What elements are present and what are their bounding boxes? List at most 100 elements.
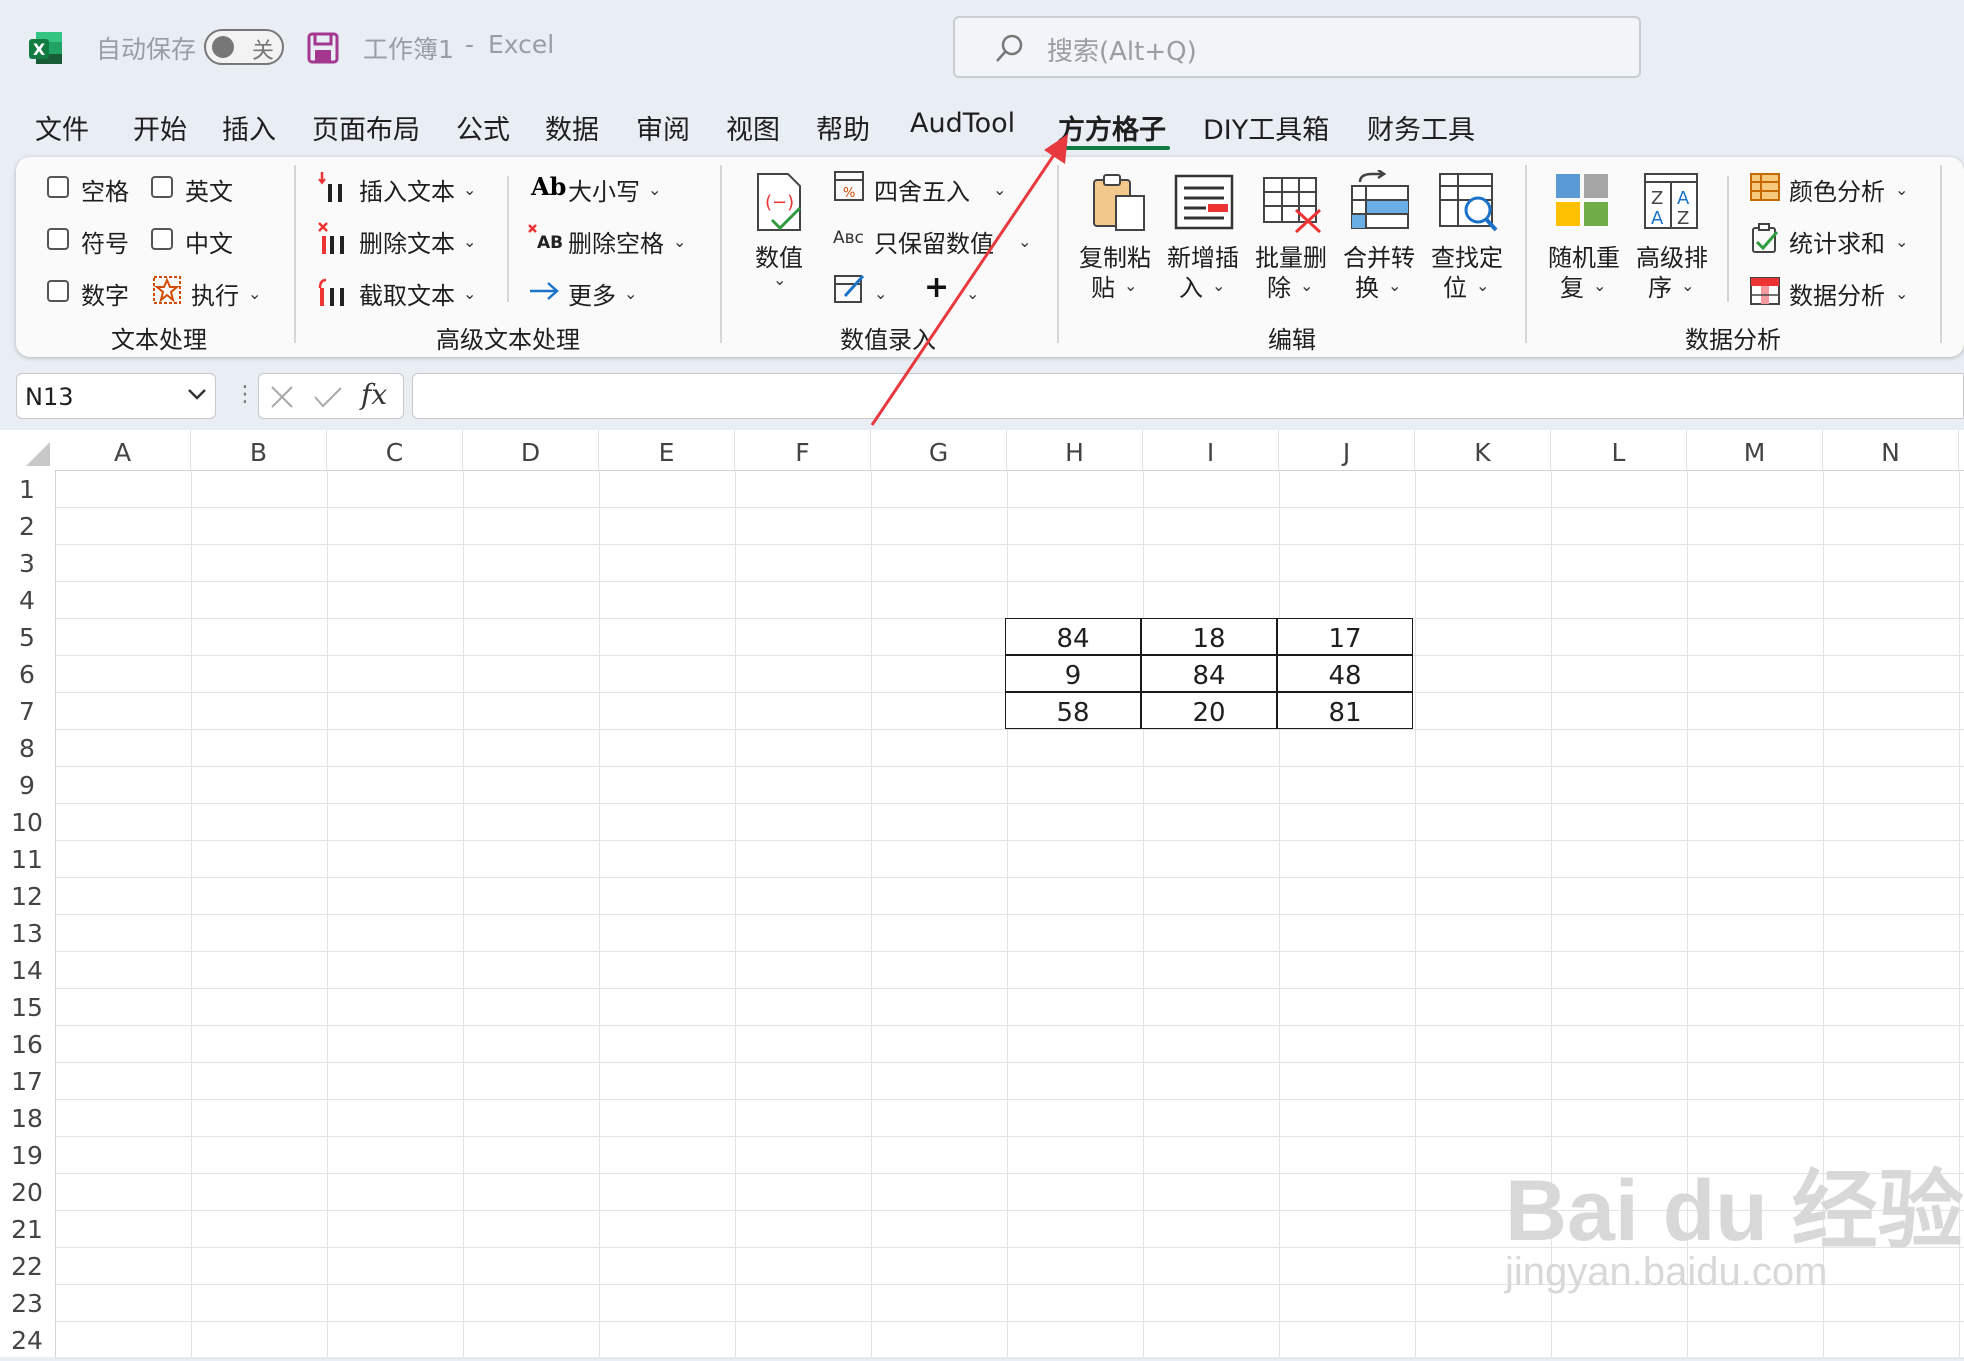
row-header-15[interactable]: 15	[0, 988, 54, 1025]
row-header-13[interactable]: 13	[0, 914, 54, 951]
chevron-down-icon[interactable]: ⌄	[463, 180, 476, 199]
chevron-down-icon[interactable]: ⌄	[1476, 276, 1489, 295]
tab-formulas[interactable]: 公式	[456, 108, 510, 147]
row-header-23[interactable]: 23	[0, 1284, 54, 1321]
row-header-22[interactable]: 22	[0, 1247, 54, 1284]
tab-file[interactable]: 文件	[35, 108, 89, 147]
column-header-k[interactable]: K	[1415, 430, 1551, 470]
row-header-5[interactable]: 5	[0, 618, 54, 655]
column-header-g[interactable]: G	[871, 430, 1007, 470]
row-header-9[interactable]: 9	[0, 766, 54, 803]
name-box[interactable]: N13	[16, 373, 216, 419]
insert-text-button[interactable]: 插入文本	[359, 172, 455, 207]
new-insert-button[interactable]: 新增插	[1167, 238, 1239, 273]
column-header-m[interactable]: M	[1687, 430, 1823, 470]
row-header-14[interactable]: 14	[0, 951, 54, 988]
chevron-down-icon[interactable]: ⌄	[248, 284, 261, 303]
table-cell[interactable]: 48	[1277, 655, 1413, 692]
chevron-down-icon[interactable]: ⌄	[624, 284, 637, 303]
excel-logo-icon[interactable]: X	[28, 30, 64, 66]
formula-input[interactable]	[412, 373, 1964, 419]
column-header-n[interactable]: N	[1823, 430, 1959, 470]
chevron-down-icon[interactable]: ⌄	[1388, 276, 1401, 295]
data-analysis-button[interactable]: 数据分析	[1789, 276, 1885, 311]
copy-paste-button[interactable]: 复制粘	[1079, 238, 1151, 273]
chevron-down-icon[interactable]: ⌄	[1124, 276, 1137, 295]
chevron-down-icon[interactable]: ⌄	[1681, 276, 1694, 295]
column-header-h[interactable]: H	[1007, 430, 1143, 470]
row-header-8[interactable]: 8	[0, 729, 54, 766]
chevron-down-icon[interactable]: ⌄	[773, 270, 786, 289]
row-header-10[interactable]: 10	[0, 803, 54, 840]
row-header-6[interactable]: 6	[0, 655, 54, 692]
merge-convert-button[interactable]: 合并转	[1343, 238, 1415, 273]
row-header-18[interactable]: 18	[0, 1099, 54, 1136]
row-header-11[interactable]: 11	[0, 840, 54, 877]
chevron-down-icon[interactable]: ⌄	[1895, 232, 1908, 251]
tab-view[interactable]: 视图	[726, 108, 780, 147]
row-header-12[interactable]: 12	[0, 877, 54, 914]
row-header-1[interactable]: 1	[0, 470, 54, 507]
chevron-down-icon[interactable]: ⌄	[1593, 276, 1606, 295]
row-header-19[interactable]: 19	[0, 1136, 54, 1173]
delete-space-button[interactable]: 删除空格	[568, 224, 664, 259]
checkbox-number[interactable]	[47, 280, 69, 302]
case-button[interactable]: 大小写	[568, 172, 640, 207]
column-header-j[interactable]: J	[1279, 430, 1415, 470]
chevron-down-icon[interactable]: ⌄	[1300, 276, 1313, 295]
more-button[interactable]: 更多	[568, 276, 616, 311]
tab-page-layout[interactable]: 页面布局	[312, 108, 420, 147]
search-box[interactable]: 搜索(Alt+Q)	[953, 16, 1641, 78]
row-header-7[interactable]: 7	[0, 692, 54, 729]
checkbox-english[interactable]	[151, 176, 173, 198]
table-cell[interactable]: 17	[1277, 618, 1413, 655]
random-repeat-button[interactable]: 随机重	[1548, 238, 1620, 273]
batch-delete-button[interactable]: 批量删	[1255, 238, 1327, 273]
row-header-2[interactable]: 2	[0, 507, 54, 544]
cut-text-button[interactable]: 截取文本	[359, 276, 455, 311]
cancel-icon[interactable]	[269, 384, 295, 414]
tab-data[interactable]: 数据	[545, 108, 599, 147]
save-icon[interactable]	[306, 31, 340, 65]
tab-diy-toolbox[interactable]: DIY工具箱	[1203, 108, 1329, 147]
checkbox-symbol[interactable]	[47, 228, 69, 250]
tab-finance-tools[interactable]: 财务工具	[1367, 108, 1475, 147]
tab-review[interactable]: 审阅	[636, 108, 690, 147]
column-header-l[interactable]: L	[1551, 430, 1687, 470]
autosave-toggle[interactable]: 关	[204, 29, 284, 65]
table-cell[interactable]: 9	[1005, 655, 1141, 692]
table-cell[interactable]: 84	[1005, 618, 1141, 655]
chevron-down-icon[interactable]: ⌄	[648, 180, 661, 199]
color-analysis-button[interactable]: 颜色分析	[1789, 172, 1885, 207]
row-header-21[interactable]: 21	[0, 1210, 54, 1247]
checkbox-chinese[interactable]	[151, 228, 173, 250]
chevron-down-icon[interactable]: ⌄	[1895, 180, 1908, 199]
chevron-down-icon[interactable]: ⌄	[1895, 284, 1908, 303]
chevron-down-icon[interactable]: ⌄	[463, 232, 476, 251]
execute-button[interactable]: 执行	[191, 276, 239, 311]
checkbox-space[interactable]	[47, 176, 69, 198]
insert-function-icon[interactable]: fx	[361, 378, 387, 411]
column-header-b[interactable]: B	[191, 430, 327, 470]
chevron-down-icon[interactable]	[187, 386, 207, 405]
column-header-d[interactable]: D	[463, 430, 599, 470]
column-header-e[interactable]: E	[599, 430, 735, 470]
table-cell[interactable]: 58	[1005, 692, 1141, 729]
tab-home[interactable]: 开始	[133, 108, 187, 147]
row-header-16[interactable]: 16	[0, 1025, 54, 1062]
enter-icon[interactable]	[313, 384, 343, 414]
stat-sum-button[interactable]: 统计求和	[1789, 224, 1885, 259]
column-header-c[interactable]: C	[327, 430, 463, 470]
find-locate-button[interactable]: 查找定	[1431, 238, 1503, 273]
row-header-24[interactable]: 24	[0, 1321, 54, 1358]
table-cell[interactable]: 81	[1277, 692, 1413, 729]
select-all-icon[interactable]	[22, 440, 52, 472]
delete-text-button[interactable]: 删除文本	[359, 224, 455, 259]
column-header-i[interactable]: I	[1143, 430, 1279, 470]
column-header-f[interactable]: F	[735, 430, 871, 470]
row-header-3[interactable]: 3	[0, 544, 54, 581]
tab-insert[interactable]: 插入	[222, 108, 276, 147]
row-header-20[interactable]: 20	[0, 1173, 54, 1210]
table-cell[interactable]: 20	[1141, 692, 1277, 729]
row-header-4[interactable]: 4	[0, 581, 54, 618]
